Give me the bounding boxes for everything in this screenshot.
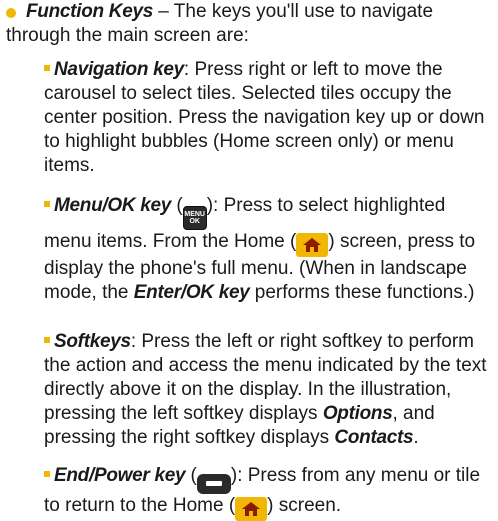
intro-text-b: through the main screen are:: [6, 25, 249, 46]
function-keys-paragraph: Function Keys – The keys you'll use to n…: [0, 0, 490, 48]
end-power-key-item: End/Power key (): Press from any menu or…: [44, 464, 490, 521]
square-bullet-icon: [44, 471, 50, 477]
navigation-key-term: Navigation key: [54, 59, 184, 80]
square-bullet-icon: [44, 337, 50, 343]
home-icon: [235, 496, 268, 521]
softkeys-term: Softkeys: [54, 331, 131, 352]
home-icon: [296, 233, 329, 257]
end-power-key-term: End/Power key: [54, 465, 186, 486]
menu-ok-key-item: Menu/OK key (MENU OK): Press to select hi…: [44, 195, 476, 303]
square-bullet-icon: [44, 201, 50, 207]
square-bullet-icon: [44, 65, 50, 71]
intro-text-a: – The keys you'll use to navigate: [153, 1, 434, 22]
softkeys-item: Softkeys: Press the left or right softke…: [44, 331, 487, 448]
contacts-term: Contacts: [334, 427, 414, 448]
enter-ok-key-term: Enter/OK key: [133, 282, 250, 303]
round-bullet-icon: [6, 8, 16, 18]
function-keys-term: Function Keys: [26, 1, 154, 22]
options-term: Options: [322, 403, 393, 424]
menu-ok-key-term: Menu/OK key: [54, 195, 172, 216]
end-power-key-icon: [196, 473, 231, 494]
menu-ok-key-icon: MENU OK: [182, 206, 207, 230]
navigation-key-item: Navigation key: Press right or left to m…: [44, 58, 490, 178]
